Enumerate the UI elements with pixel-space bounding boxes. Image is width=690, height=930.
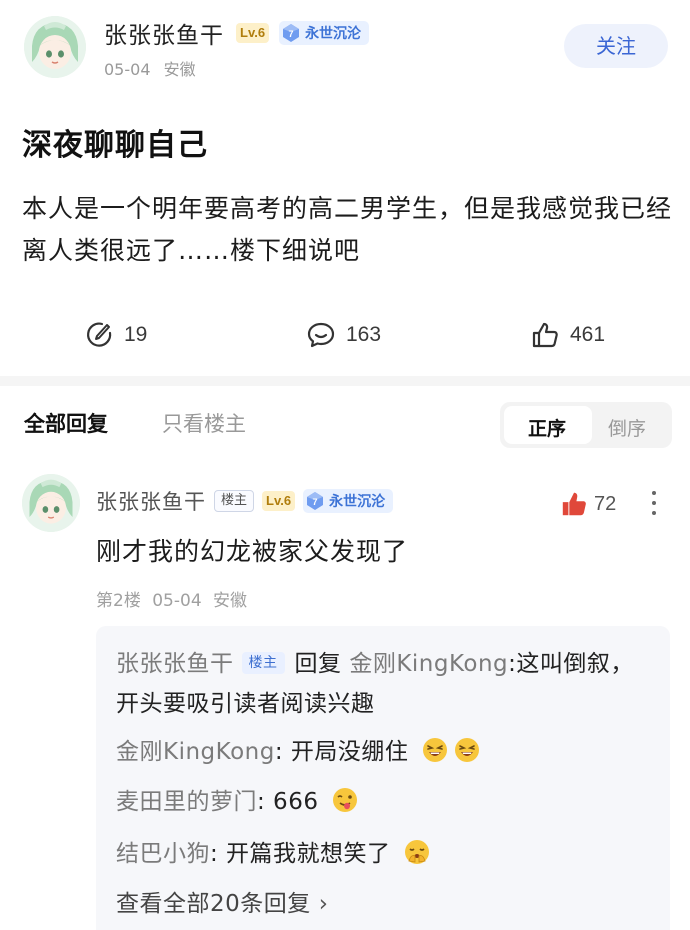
comment-title-badge-number: 7 <box>313 497 318 507</box>
sub-reply-author[interactable]: 金刚KingKong <box>116 739 275 765</box>
sub-reply-text: : 开篇我就想笑了 <box>210 841 391 867</box>
author-name[interactable]: 张张张鱼干 <box>104 16 224 50</box>
comment-title-badge: 7 永世沉沦 <box>303 489 394 513</box>
comment-meta: 第2楼 05-04 安徽 <box>96 586 247 611</box>
sub-reply-author[interactable]: 张张张鱼干 <box>116 651 234 677</box>
comment-title-badge-label: 永世沉沦 <box>329 494 386 510</box>
sort-order-toggle: 正序 倒序 <box>500 402 672 448</box>
like-count: 461 <box>570 323 606 346</box>
tab-op-only[interactable]: 只看楼主 <box>162 408 246 438</box>
author-line: 张张张鱼干 Lv.6 7 永世沉沦 <box>104 16 370 50</box>
op-badge: 楼主 <box>241 652 285 674</box>
sub-replies-panel: 张张张鱼干 楼主 回复 金刚KingKong:这叫倒叙，开头要吸引读者阅读兴趣 金刚… <box>96 626 670 930</box>
sub-reply-author[interactable]: 麦田里的萝门 <box>116 789 257 815</box>
sub-reply-text: : 666 <box>257 789 319 815</box>
post-meta: 05-04 安徽 <box>104 56 196 80</box>
post-header: 张张张鱼干 Lv.6 7 永世沉沦 05-04 安徽 关注 <box>0 0 690 100</box>
sub-reply[interactable]: 金刚KingKong: 开局没绷住 <box>116 732 480 772</box>
sub-reply[interactable]: 麦田里的萝门: 666 <box>116 782 358 822</box>
follow-button[interactable]: 关注 <box>564 24 668 68</box>
comment-location: 安徽 <box>213 591 248 611</box>
section-divider <box>0 376 690 386</box>
thumbs-up-icon <box>562 492 586 516</box>
gem-badge-icon: 7 <box>307 492 324 510</box>
tongue-emoji-icon <box>333 788 358 812</box>
comment-author-avatar[interactable] <box>22 474 80 532</box>
post-location: 安徽 <box>163 60 196 79</box>
repost-icon <box>87 322 112 347</box>
view-all-label: 查看全部20条回复 <box>116 891 311 917</box>
level-badge: Lv.6 <box>236 23 270 43</box>
sub-reply[interactable]: 结巴小狗: 开篇我就想笑了 <box>116 834 430 874</box>
repost-button[interactable]: 19 <box>84 318 147 352</box>
like-button[interactable]: 461 <box>530 318 605 352</box>
gem-badge-icon: 7 <box>283 24 300 42</box>
title-badge-label: 永世沉沦 <box>305 26 362 42</box>
comment-button[interactable]: 163 <box>306 318 381 352</box>
comment-author-line: 张张张鱼干 楼主 Lv.6 7 永世沉沦 <box>96 486 394 516</box>
more-icon[interactable] <box>646 488 662 518</box>
chevron-right-icon: › <box>318 891 329 917</box>
op-badge: 楼主 <box>214 490 255 512</box>
title-badge-number: 7 <box>289 29 294 39</box>
sub-reply-author[interactable]: 结巴小狗 <box>116 841 210 867</box>
shy-emoji-icon <box>405 840 430 864</box>
comment-count: 163 <box>346 323 382 346</box>
comment-text: 刚才我的幻龙被家父发现了 <box>96 537 409 566</box>
post-date: 05-04 <box>104 60 151 79</box>
tab-all-replies[interactable]: 全部回复 <box>24 408 108 438</box>
reply-target[interactable]: 金刚KingKong <box>349 651 508 677</box>
author-avatar[interactable] <box>24 16 86 78</box>
post-body: 本人是一个明年要高考的高二男学生，但是我感觉我已经离人类很远了……楼下细说吧 <box>22 194 673 265</box>
comment-icon <box>307 322 335 348</box>
comment-like-button[interactable]: 72 <box>560 490 616 518</box>
reply-word: 回复 <box>294 651 342 677</box>
view-all-replies-link[interactable]: 查看全部20条回复 › <box>116 884 328 918</box>
sub-reply[interactable]: 张张张鱼干 楼主 回复 金刚KingKong:这叫倒叙，开头要吸引读者阅读兴趣 <box>116 644 656 724</box>
comment-author-name[interactable]: 张张张鱼干 <box>96 486 206 516</box>
comment-date: 05-04 <box>152 591 202 611</box>
sort-ascending[interactable]: 正序 <box>528 414 566 441</box>
post-title: 深夜聊聊自己 <box>22 128 208 163</box>
thumbs-up-icon <box>532 322 558 348</box>
comment-like-count: 72 <box>594 492 617 515</box>
sort-descending[interactable]: 倒序 <box>608 414 646 441</box>
comment-level-badge: Lv.6 <box>262 491 296 511</box>
grin-emoji-icon <box>423 738 448 762</box>
comment-floor: 第2楼 <box>96 591 141 611</box>
sub-reply-text: : 开局没绷住 <box>274 739 409 765</box>
repost-count: 19 <box>124 323 148 346</box>
title-badge: 7 永世沉沦 <box>279 21 370 45</box>
grin-emoji-icon <box>455 738 480 762</box>
